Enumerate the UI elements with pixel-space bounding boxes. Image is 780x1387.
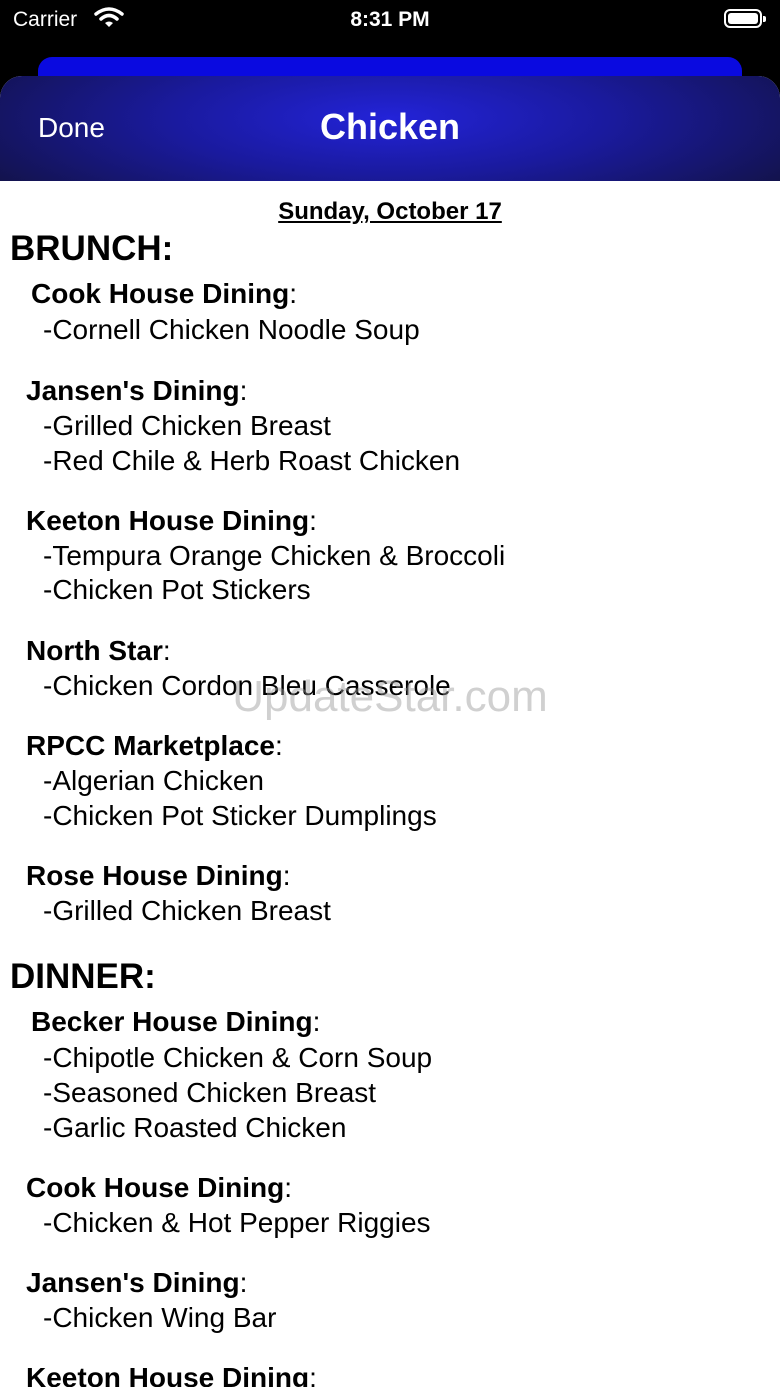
hall-heading: Becker House Dining:	[31, 1006, 321, 1037]
hall-name: Jansen's Dining	[26, 375, 240, 406]
meal-heading-dinner: DINNER:	[10, 957, 156, 996]
hall-heading: North Star:	[26, 635, 171, 666]
menu-item: -Chicken Wing Bar	[43, 1302, 277, 1333]
menu-item: -Chipotle Chicken & Corn Soup	[43, 1042, 433, 1073]
menu-item: -Tempura Orange Chicken & Broccoli	[43, 540, 506, 571]
hall-heading: Rose House Dining:	[26, 860, 291, 891]
hall-name: North Star	[26, 635, 163, 666]
hall-name: Keeton House Dining	[26, 505, 310, 536]
modal-sheet: Done Chicken Sunday, October 17 BRUNCH: …	[0, 76, 780, 1387]
hall-name: Jansen's Dining	[26, 1267, 240, 1298]
page-title: Chicken	[319, 106, 461, 147]
hall-heading: Jansen's Dining:	[26, 1267, 248, 1298]
menu-date: Sunday, October 17	[278, 198, 502, 225]
menu-item: -Chicken Pot Stickers	[43, 574, 311, 605]
menu-item: -Algerian Chicken	[43, 765, 264, 796]
menu-item: -Chicken & Hot Pepper Riggies	[43, 1207, 431, 1238]
hall-name: Cook House Dining	[26, 1172, 285, 1203]
menu-item: -Cornell Chicken Noodle Soup	[43, 314, 420, 345]
hall-heading: Keeton House Dining:	[26, 1362, 317, 1387]
battery-icon	[724, 9, 766, 28]
hall-heading: RPCC Marketplace:	[26, 730, 283, 761]
navigation-bar: Done Chicken	[0, 76, 780, 181]
status-bar: Carrier 8:31 PM	[0, 0, 780, 40]
menu-item: -Garlic Roasted Chicken	[43, 1112, 347, 1143]
menu-item: -Seasoned Chicken Breast	[43, 1077, 377, 1108]
hall-name: RPCC Marketplace	[26, 730, 275, 761]
menu-item: -Chicken Pot Sticker Dumplings	[43, 800, 437, 831]
hall-heading: Keeton House Dining:	[26, 505, 317, 536]
hall-name: Keeton House Dining	[26, 1362, 310, 1387]
meal-heading-brunch: BRUNCH:	[10, 229, 174, 268]
hall-heading: Cook House Dining:	[31, 278, 298, 309]
hall-heading: Jansen's Dining:	[26, 375, 248, 406]
menu-item: -Grilled Chicken Breast	[43, 895, 331, 926]
hall-name: Cook House Dining	[31, 278, 290, 309]
hall-name: Becker House Dining	[31, 1006, 313, 1037]
hall-heading: Cook House Dining:	[26, 1172, 293, 1203]
menu-item: -Chicken Cordon Bleu Casserole	[43, 670, 451, 701]
menu-item: -Red Chile & Herb Roast Chicken	[43, 445, 461, 476]
clock: 8:31 PM	[350, 8, 430, 31]
menu-item: -Grilled Chicken Breast	[43, 410, 331, 441]
hall-name: Rose House Dining	[26, 860, 283, 891]
